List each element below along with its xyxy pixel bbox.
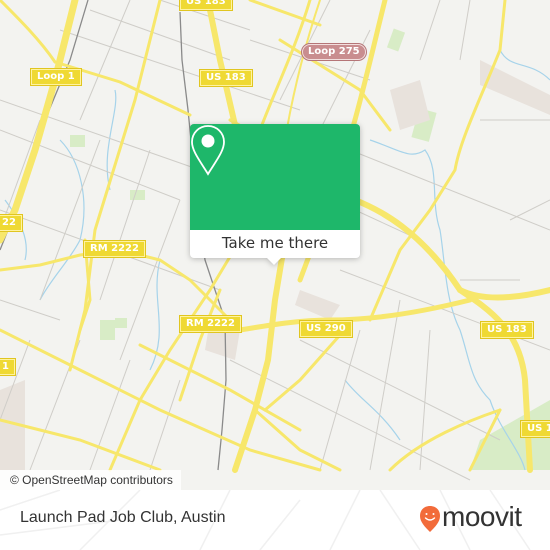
road-label-rm2222: RM 2222 xyxy=(179,315,242,333)
road-label-us290: US 290 xyxy=(299,320,353,338)
road-label-us183: US 183 xyxy=(179,0,233,11)
road-label-us183: US 183 xyxy=(480,321,534,339)
map-attribution[interactable]: © OpenStreetMap contributors xyxy=(0,470,181,490)
road-label-rm2222: RM 2222 xyxy=(83,240,146,258)
take-me-there-button[interactable]: Take me there xyxy=(190,230,360,256)
road-label-loop1: Loop 1 xyxy=(30,68,82,86)
road-label-loop275: Loop 275 xyxy=(301,43,367,61)
moovit-pin-icon xyxy=(420,506,440,532)
place-name: Launch Pad Job Club, Austin xyxy=(20,509,226,526)
map-pin-icon xyxy=(191,125,225,176)
road-label-us183: US 183 xyxy=(199,69,253,87)
road-label-partial: 22 xyxy=(0,214,23,232)
footer-bar: Launch Pad Job Club, Austin moovit xyxy=(0,490,550,550)
map-view[interactable]: US 183 Loop 1 US 183 Loop 275 RM 2222 RM… xyxy=(0,0,550,490)
moovit-wordmark: moovit xyxy=(442,501,522,532)
road-label-partial: 1 xyxy=(0,358,16,376)
landuse xyxy=(0,60,550,470)
popup-pointer xyxy=(266,257,282,265)
destination-popup[interactable]: Take me there xyxy=(190,124,360,265)
road-label-us183: US 1 xyxy=(520,420,550,438)
